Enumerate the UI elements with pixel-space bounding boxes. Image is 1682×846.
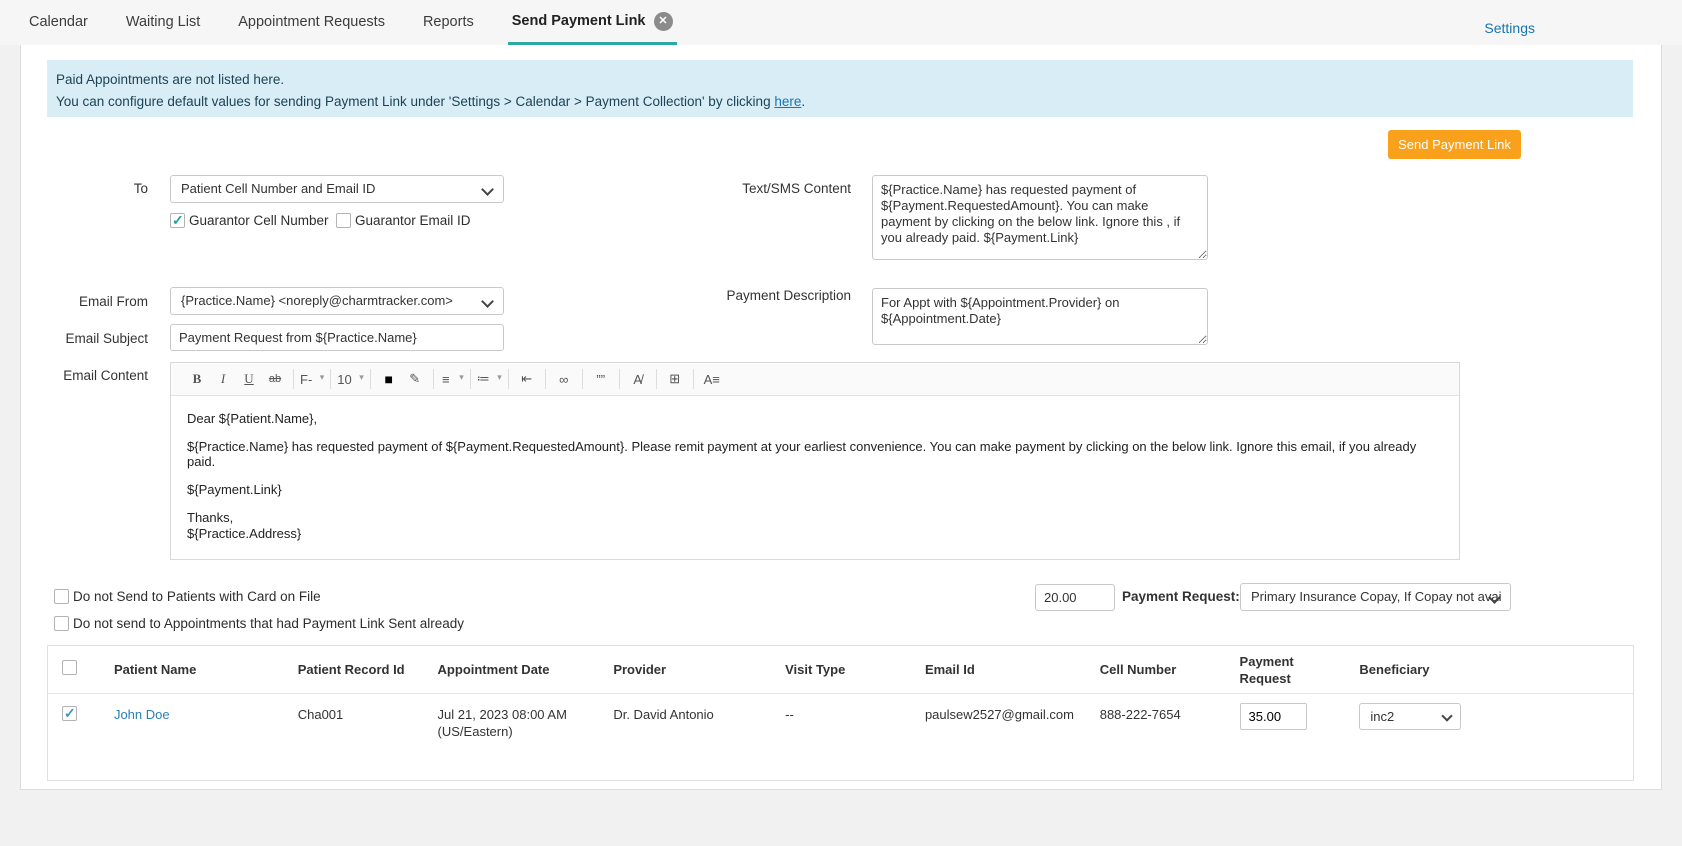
link-icon[interactable]: ∞ [552,367,576,391]
bold-icon[interactable]: B [185,367,209,391]
email-body[interactable]: Dear ${Patient.Name}, ${Practice.Name} h… [171,396,1459,569]
payment-description-textarea[interactable] [872,288,1208,345]
strikethrough-icon[interactable]: ab [263,367,287,391]
blockquote-icon[interactable]: ”” [589,367,613,391]
cell-record-id: Cha001 [297,707,344,722]
email-from-select[interactable]: {Practice.Name} <noreply@charmtracker.co… [170,287,504,315]
header-patient-name: Patient Name [113,662,197,677]
cell-email: paulsew2527@gmail.com [924,707,1074,722]
guarantor-email-checkbox[interactable] [336,213,351,228]
close-tab-icon[interactable] [653,11,673,31]
header-email: Email Id [924,662,975,677]
no-card-on-file-checkbox[interactable] [54,589,69,604]
send-payment-link-page: Calendar Waiting List Appointment Reques… [0,0,1682,846]
header-provider: Provider [613,662,667,677]
tab-appointment-requests[interactable]: Appointment Requests [234,0,389,45]
tab-waiting-list[interactable]: Waiting List [122,0,204,45]
send-payment-link-button[interactable]: Send Payment Link [1388,130,1521,159]
banner-line1: Paid Appointments are not listed here. [56,72,285,87]
header-record-id: Patient Record Id [297,662,405,677]
default-amount-input[interactable] [1035,584,1115,611]
tab-calendar[interactable]: Calendar [25,0,92,45]
header-payment-request: Payment Request [1239,653,1294,686]
payment-request-label: Payment Request: [1122,589,1240,604]
patient-name-link[interactable]: John Doe [114,707,170,722]
sms-content-label: Text/SMS Content [742,181,851,196]
email-body-payment-link: ${Payment.Link} [187,482,282,497]
row-checkbox[interactable] [62,705,77,722]
email-subject-label: Email Subject [65,331,148,346]
bullet-list-icon[interactable]: ≔ [477,367,502,391]
select-all-checkbox[interactable] [62,660,77,675]
insert-table-icon[interactable]: ⊞ [663,367,687,391]
cell-provider: Dr. David Antonio [613,707,714,722]
banner-line2-period: . [801,94,806,109]
no-card-on-file-label: Do not Send to Patients with Card on Fil… [73,589,321,604]
email-editor-toolbar: B I U ab F- 10 ■ ✎ ≡ ≔ ⇤ [171,363,1459,396]
email-from-label: Email From [78,294,148,309]
email-body-address: ${Practice.Address} [187,526,302,541]
info-banner: Paid Appointments are not listed here. Y… [47,60,1633,117]
table-header-row: Patient Name Patient Record Id Appointme… [48,646,1633,694]
tab-send-payment-link-label: Send Payment Link [511,13,646,29]
font-size-icon[interactable]: 10 [337,367,364,391]
email-from-select-value: {Practice.Name} <noreply@charmtracker.co… [181,293,453,308]
sms-content-textarea[interactable] [872,175,1208,260]
email-content-editor: B I U ab F- 10 ■ ✎ ≡ ≔ ⇤ [170,362,1460,560]
payment-request-select[interactable]: Primary Insurance Copay, If Copay not av… [1240,583,1511,611]
text-color-icon[interactable]: ■ [377,367,401,391]
no-resend-label: Do not send to Appointments that had Pay… [73,616,464,631]
cell-number: 888-222-7654 [1099,707,1181,722]
banner-line2: You can configure default values for sen… [56,91,1623,113]
clear-format-icon[interactable]: A̸ [626,367,650,391]
guarantor-cell-checkbox[interactable] [170,212,185,229]
align-icon[interactable]: ≡ [440,367,464,391]
to-select[interactable]: Patient Cell Number and Email ID [170,175,504,203]
cell-visit-type: -- [785,707,794,722]
indent-icon[interactable]: ⇤ [515,367,539,391]
settings-link[interactable]: Settings [1484,20,1535,36]
row-beneficiary-value: inc2 [1370,709,1395,724]
email-body-greeting: Dear ${Patient.Name}, [187,411,318,426]
email-content-label: Email Content [63,368,148,383]
row-payment-request-input[interactable] [1239,703,1307,730]
header-beneficiary: Beneficiary [1359,662,1430,677]
banner-line2-text: You can configure default values for sen… [56,94,775,109]
cell-appt-date: Jul 21, 2023 08:00 AM (US/Eastern) [437,707,567,739]
table-row: John Doe Cha001 Jul 21, 2023 08:00 AM (U… [48,694,1633,780]
header-appt-date: Appointment Date [437,662,550,677]
header-visit-type: Visit Type [785,662,846,677]
email-subject-input[interactable] [170,324,504,351]
tab-send-payment-link[interactable]: Send Payment Link [507,0,677,45]
to-label: To [133,181,148,196]
guarantor-email-label: Guarantor Email ID [355,213,471,228]
top-tab-bar: Calendar Waiting List Appointment Reques… [0,0,1682,45]
email-body-thanks: Thanks, [187,510,234,525]
guarantor-cell-label: Guarantor Cell Number [189,213,329,228]
highlight-pen-icon[interactable]: ✎ [403,367,427,391]
appointments-table: Patient Name Patient Record Id Appointme… [47,645,1634,781]
payment-description-label: Payment Description [726,288,851,303]
line-spacing-icon[interactable]: A≡ [700,367,724,391]
row-beneficiary-select[interactable]: inc2 [1359,703,1462,730]
tab-reports[interactable]: Reports [419,0,478,45]
banner-here-link[interactable]: here [774,94,801,109]
underline-icon[interactable]: U [237,367,261,391]
email-body-main: ${Practice.Name} has requested payment o… [187,439,1417,469]
payment-request-select-value: Primary Insurance Copay, If Copay not av… [1251,589,1502,604]
italic-icon[interactable]: I [211,367,235,391]
header-cell-number: Cell Number [1099,662,1177,677]
to-select-value: Patient Cell Number and Email ID [181,181,376,196]
font-family-icon[interactable]: F- [300,367,325,391]
no-resend-checkbox[interactable] [54,616,69,631]
